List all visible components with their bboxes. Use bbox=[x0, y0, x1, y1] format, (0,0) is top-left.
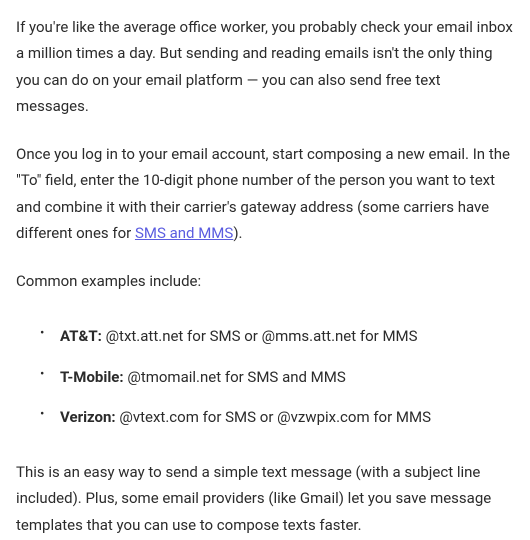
examples-lead: Common examples include: bbox=[16, 268, 514, 294]
sms-mms-link[interactable]: SMS and MMS bbox=[135, 224, 233, 242]
list-item: AT&T: @txt.att.net for SMS or @mms.att.n… bbox=[56, 316, 514, 356]
howto-pre: Once you log in to your email account, s… bbox=[16, 145, 510, 242]
list-item: T-Mobile: @tmomail.net for SMS and MMS bbox=[56, 357, 514, 397]
howto-post: ). bbox=[233, 224, 242, 242]
carrier-label: T-Mobile: bbox=[60, 368, 124, 386]
carrier-detail: @vtext.com for SMS or @vzwpix.com for MM… bbox=[116, 408, 431, 426]
carrier-label: AT&T: bbox=[60, 327, 102, 345]
howto-paragraph: Once you log in to your email account, s… bbox=[16, 141, 514, 246]
outro-paragraph: This is an easy way to send a simple tex… bbox=[16, 459, 514, 538]
intro-paragraph: If you're like the average office worker… bbox=[16, 14, 514, 119]
carrier-detail: @txt.att.net for SMS or @mms.att.net for… bbox=[102, 327, 418, 345]
list-item: Verizon: @vtext.com for SMS or @vzwpix.c… bbox=[56, 397, 514, 437]
carrier-label: Verizon: bbox=[60, 408, 116, 426]
carrier-list: AT&T: @txt.att.net for SMS or @mms.att.n… bbox=[16, 316, 514, 437]
carrier-detail: @tmomail.net for SMS and MMS bbox=[124, 368, 346, 386]
